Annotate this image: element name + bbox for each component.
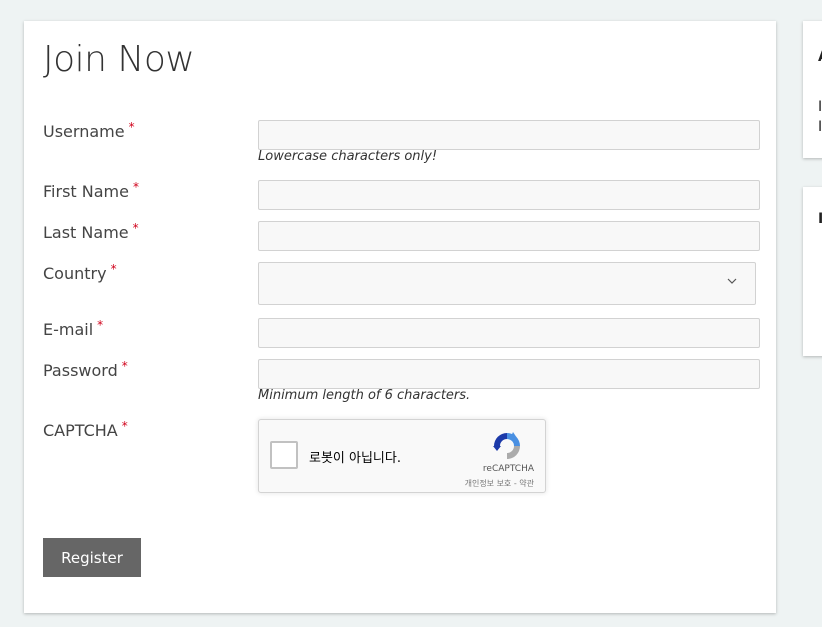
first-name-label: First Name * — [43, 180, 139, 201]
email-label: E-mail * — [43, 318, 104, 339]
password-label-text: Password — [43, 361, 118, 380]
sidebar-card-title: A — [818, 49, 822, 65]
required-mark: * — [132, 221, 139, 235]
register-button[interactable]: Register — [43, 538, 141, 577]
email-input[interactable] — [258, 318, 760, 348]
last-name-label: Last Name * — [43, 221, 139, 242]
required-mark: * — [128, 120, 135, 134]
sidebar-card: A I I — [803, 21, 822, 158]
registration-card: Join Now Username * Lowercase characters … — [24, 21, 776, 613]
password-input[interactable] — [258, 359, 760, 389]
last-name-label-text: Last Name — [43, 223, 129, 242]
username-input[interactable] — [258, 120, 760, 150]
username-hint: Lowercase characters only! — [258, 149, 438, 164]
required-mark: * — [121, 359, 128, 373]
sidebar-card-text: I — [818, 99, 822, 115]
page-title: Join Now — [43, 39, 195, 80]
first-name-label-text: First Name — [43, 182, 129, 201]
email-label-text: E-mail — [43, 320, 94, 339]
required-mark: * — [132, 180, 139, 194]
required-mark: * — [110, 262, 117, 276]
last-name-input[interactable] — [258, 221, 760, 251]
chevron-down-icon — [727, 278, 737, 284]
recaptcha-checkbox[interactable] — [270, 441, 298, 469]
recaptcha-brand: reCAPTCHA — [482, 464, 534, 474]
first-name-input[interactable] — [258, 180, 760, 210]
sidebar-card-title: I — [818, 211, 822, 227]
sidebar-card-text: I — [818, 119, 822, 135]
captcha-label: CAPTCHA * — [43, 419, 128, 440]
country-label: Country * — [43, 262, 117, 283]
country-select[interactable] — [258, 262, 756, 305]
recaptcha-widget: 로봇이 아닙니다. reCAPTCHA 개인정보 보호 - 약관 — [258, 419, 546, 493]
captcha-label-text: CAPTCHA — [43, 421, 118, 440]
recaptcha-logo-icon — [493, 432, 520, 459]
country-label-text: Country — [43, 264, 107, 283]
required-mark: * — [97, 318, 104, 332]
required-mark: * — [121, 419, 128, 433]
password-hint: Minimum length of 6 characters. — [258, 388, 471, 403]
recaptcha-checkbox-text: 로봇이 아닙니다. — [309, 451, 401, 466]
username-label-text: Username — [43, 122, 125, 141]
recaptcha-privacy-terms-link[interactable]: 개인정보 보호 - 약관 — [465, 478, 534, 489]
sidebar-card: I — [803, 187, 822, 356]
username-label: Username * — [43, 120, 135, 141]
password-label: Password * — [43, 359, 128, 380]
